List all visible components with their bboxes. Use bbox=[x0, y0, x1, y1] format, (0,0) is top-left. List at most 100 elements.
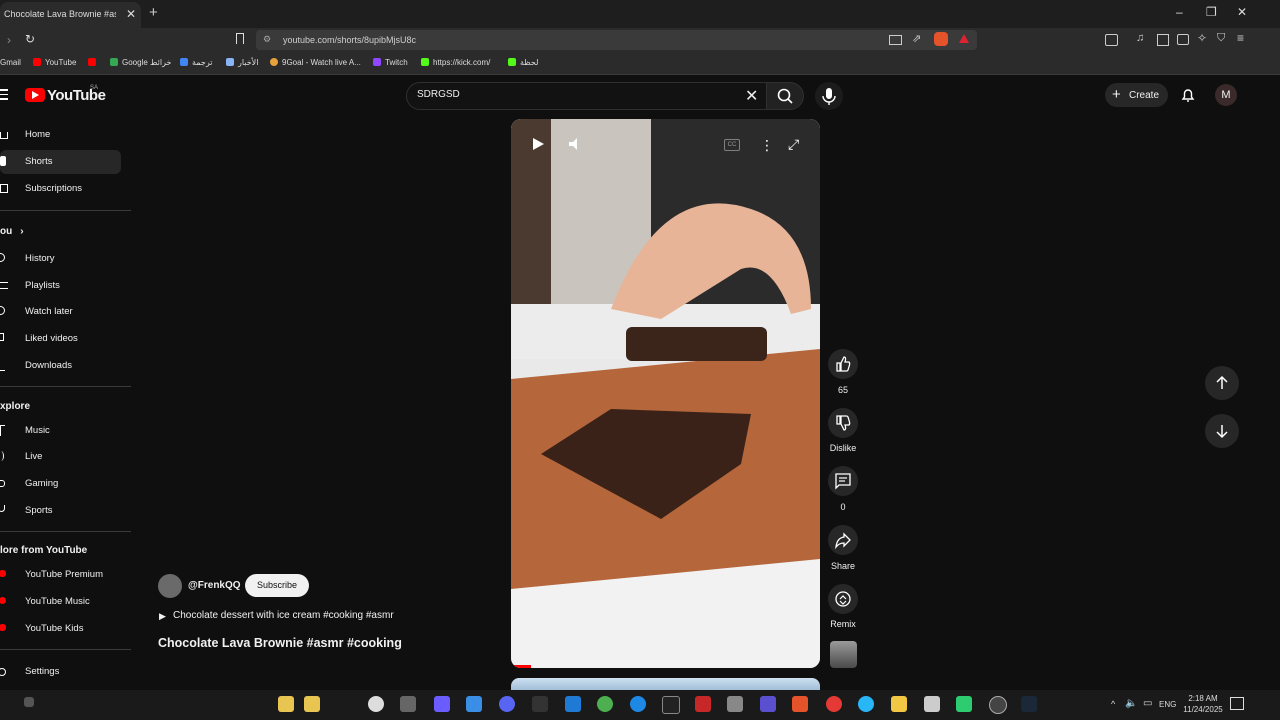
create-button[interactable]: + Create bbox=[1105, 83, 1168, 107]
explorer-icon[interactable] bbox=[891, 696, 907, 712]
terminal-icon[interactable] bbox=[662, 696, 680, 714]
close-tab-icon[interactable]: ✕ bbox=[126, 7, 136, 21]
language-indicator[interactable]: ENG bbox=[1159, 700, 1176, 709]
app-icon[interactable] bbox=[989, 696, 1007, 714]
calculator-icon[interactable] bbox=[400, 696, 416, 712]
short-video-player[interactable]: CC ⋮ ⤢ bbox=[511, 119, 820, 668]
minimize-icon[interactable]: – bbox=[1176, 5, 1183, 19]
sidebar-item-watch-later[interactable]: Watch later bbox=[0, 300, 121, 324]
bookmark-twitch[interactable]: Twitch bbox=[373, 58, 408, 67]
copilot-icon[interactable] bbox=[434, 696, 450, 712]
network-icon[interactable]: ▭ bbox=[1143, 698, 1152, 709]
channel-name[interactable]: @FrenkQQ bbox=[188, 580, 241, 591]
close-window-icon[interactable]: ✕ bbox=[1237, 5, 1247, 19]
bookmark-youtube[interactable]: YouTube bbox=[33, 58, 76, 67]
voice-search-button[interactable] bbox=[815, 82, 843, 110]
sidebar-item-live[interactable]: Live bbox=[0, 445, 121, 469]
app-icon[interactable] bbox=[532, 696, 548, 712]
sidebar-item-youtube-music[interactable]: YouTube Music bbox=[0, 590, 121, 614]
wallet-icon[interactable] bbox=[1177, 34, 1189, 45]
media-icon[interactable]: ♫ bbox=[1136, 32, 1144, 44]
clock-date[interactable]: 11/24/2025 bbox=[1181, 705, 1225, 714]
bookmark-translate[interactable]: ترجمة bbox=[180, 58, 213, 67]
sidebar-item-music[interactable]: Music bbox=[0, 419, 121, 443]
forward-icon[interactable]: › bbox=[7, 33, 11, 47]
bookmark-google-maps[interactable]: Google خرائط bbox=[110, 58, 171, 67]
sidebar-item-subscriptions[interactable]: Subscriptions bbox=[0, 177, 121, 201]
share-button[interactable] bbox=[828, 525, 858, 555]
sidebar-item-gaming[interactable]: Gaming bbox=[0, 472, 121, 496]
play-icon[interactable] bbox=[531, 137, 545, 151]
brave-shields-icon[interactable] bbox=[934, 32, 948, 46]
browser-tab[interactable]: Chocolate Lava Brownie #asmr # ✕ bbox=[0, 2, 141, 28]
file-explorer-icon[interactable] bbox=[278, 696, 294, 712]
more-options-icon[interactable]: ⋮ bbox=[760, 137, 774, 154]
channel-avatar[interactable] bbox=[158, 574, 182, 598]
search-button[interactable] bbox=[766, 82, 804, 110]
sidebar-item-downloads[interactable]: Downloads bbox=[0, 354, 121, 378]
search-input[interactable] bbox=[406, 82, 768, 110]
bookmark-kick[interactable]: https://kick.com/ bbox=[421, 58, 490, 67]
sidebar-item-playlists[interactable]: Playlists bbox=[0, 274, 121, 298]
app-icon[interactable] bbox=[727, 696, 743, 712]
sidebar-item-shorts[interactable]: Shorts bbox=[0, 150, 121, 174]
next-short-button[interactable] bbox=[1205, 414, 1239, 448]
store-icon[interactable] bbox=[565, 696, 581, 712]
app-icon[interactable] bbox=[858, 696, 874, 712]
ai-icon[interactable]: ✧ bbox=[1197, 31, 1207, 45]
chrome-icon[interactable] bbox=[597, 696, 613, 712]
comments-button[interactable] bbox=[828, 466, 858, 496]
subscribe-button[interactable]: Subscribe bbox=[245, 574, 309, 597]
app-icon[interactable] bbox=[924, 696, 940, 712]
audio-thumbnail[interactable] bbox=[830, 641, 857, 668]
fullscreen-icon[interactable]: ⤢ bbox=[788, 136, 799, 153]
dislike-button[interactable] bbox=[828, 408, 858, 438]
new-tab-icon[interactable]: + bbox=[149, 4, 158, 21]
clear-search-icon[interactable]: ✕ bbox=[745, 86, 758, 106]
avatar[interactable]: M bbox=[1215, 84, 1237, 106]
short-title[interactable]: Chocolate Lava Brownie #asmr #cooking bbox=[158, 636, 402, 650]
app-icon[interactable] bbox=[695, 696, 711, 712]
remix-button[interactable] bbox=[828, 584, 858, 614]
reload-icon[interactable]: ↻ bbox=[25, 32, 35, 46]
notification-center-icon[interactable] bbox=[1230, 697, 1244, 710]
app-icon[interactable] bbox=[760, 696, 776, 712]
leo-icon[interactable] bbox=[1105, 34, 1118, 46]
volume-tray-icon[interactable]: 🔈 bbox=[1125, 698, 1137, 709]
clock-app-icon[interactable] bbox=[368, 696, 384, 712]
steam-icon[interactable] bbox=[1021, 696, 1037, 712]
bookmark-gmail[interactable]: Gmail bbox=[0, 58, 21, 67]
sidebar-you-header[interactable]: ou › bbox=[0, 226, 24, 237]
tray-chevron-icon[interactable]: ^ bbox=[1111, 699, 1115, 709]
discord-icon[interactable] bbox=[499, 696, 515, 712]
clock-time[interactable]: 2:18 AM bbox=[1183, 694, 1223, 703]
cast-icon[interactable] bbox=[889, 35, 902, 45]
app-icon[interactable] bbox=[956, 696, 972, 712]
sidebar-item-liked-videos[interactable]: Liked videos bbox=[0, 327, 121, 351]
sidebar-item-youtube-kids[interactable]: YouTube Kids bbox=[0, 617, 121, 641]
start-icon[interactable] bbox=[24, 697, 34, 707]
sidebar-item-youtube-premium[interactable]: YouTube Premium bbox=[0, 563, 121, 587]
bookmark-kick-2[interactable]: لحظة bbox=[508, 58, 538, 67]
bookmark-youtube-2[interactable] bbox=[88, 58, 100, 67]
app-icon[interactable] bbox=[466, 696, 482, 712]
edge-icon[interactable] bbox=[630, 696, 646, 712]
menu-icon[interactable]: ≡ bbox=[1237, 31, 1244, 45]
sidebar-item-sports[interactable]: Sports bbox=[0, 499, 121, 523]
bookmark-9goal[interactable]: 9Goal - Watch live A... bbox=[270, 58, 361, 67]
brave-icon[interactable] bbox=[792, 696, 808, 712]
bookmark-news[interactable]: الأخبار bbox=[226, 58, 258, 67]
notifications-icon[interactable] bbox=[1180, 87, 1196, 108]
brave-rewards-icon[interactable] bbox=[959, 34, 969, 43]
share-page-icon[interactable]: ⇗ bbox=[912, 32, 921, 45]
site-info-icon[interactable]: ⚙ bbox=[263, 34, 271, 45]
bookmark-icon[interactable] bbox=[236, 33, 244, 44]
sidebar-item-settings[interactable]: Settings bbox=[0, 660, 121, 684]
hamburger-menu-icon[interactable] bbox=[0, 88, 8, 100]
vpn-icon[interactable]: ⛉ bbox=[1217, 32, 1225, 45]
folder-icon[interactable] bbox=[304, 696, 320, 712]
sidebar-item-history[interactable]: History bbox=[0, 247, 121, 271]
app-icon[interactable] bbox=[826, 696, 842, 712]
short-description[interactable]: Chocolate dessert with ice cream #cookin… bbox=[173, 610, 394, 621]
maximize-icon[interactable]: ❐ bbox=[1206, 5, 1217, 19]
